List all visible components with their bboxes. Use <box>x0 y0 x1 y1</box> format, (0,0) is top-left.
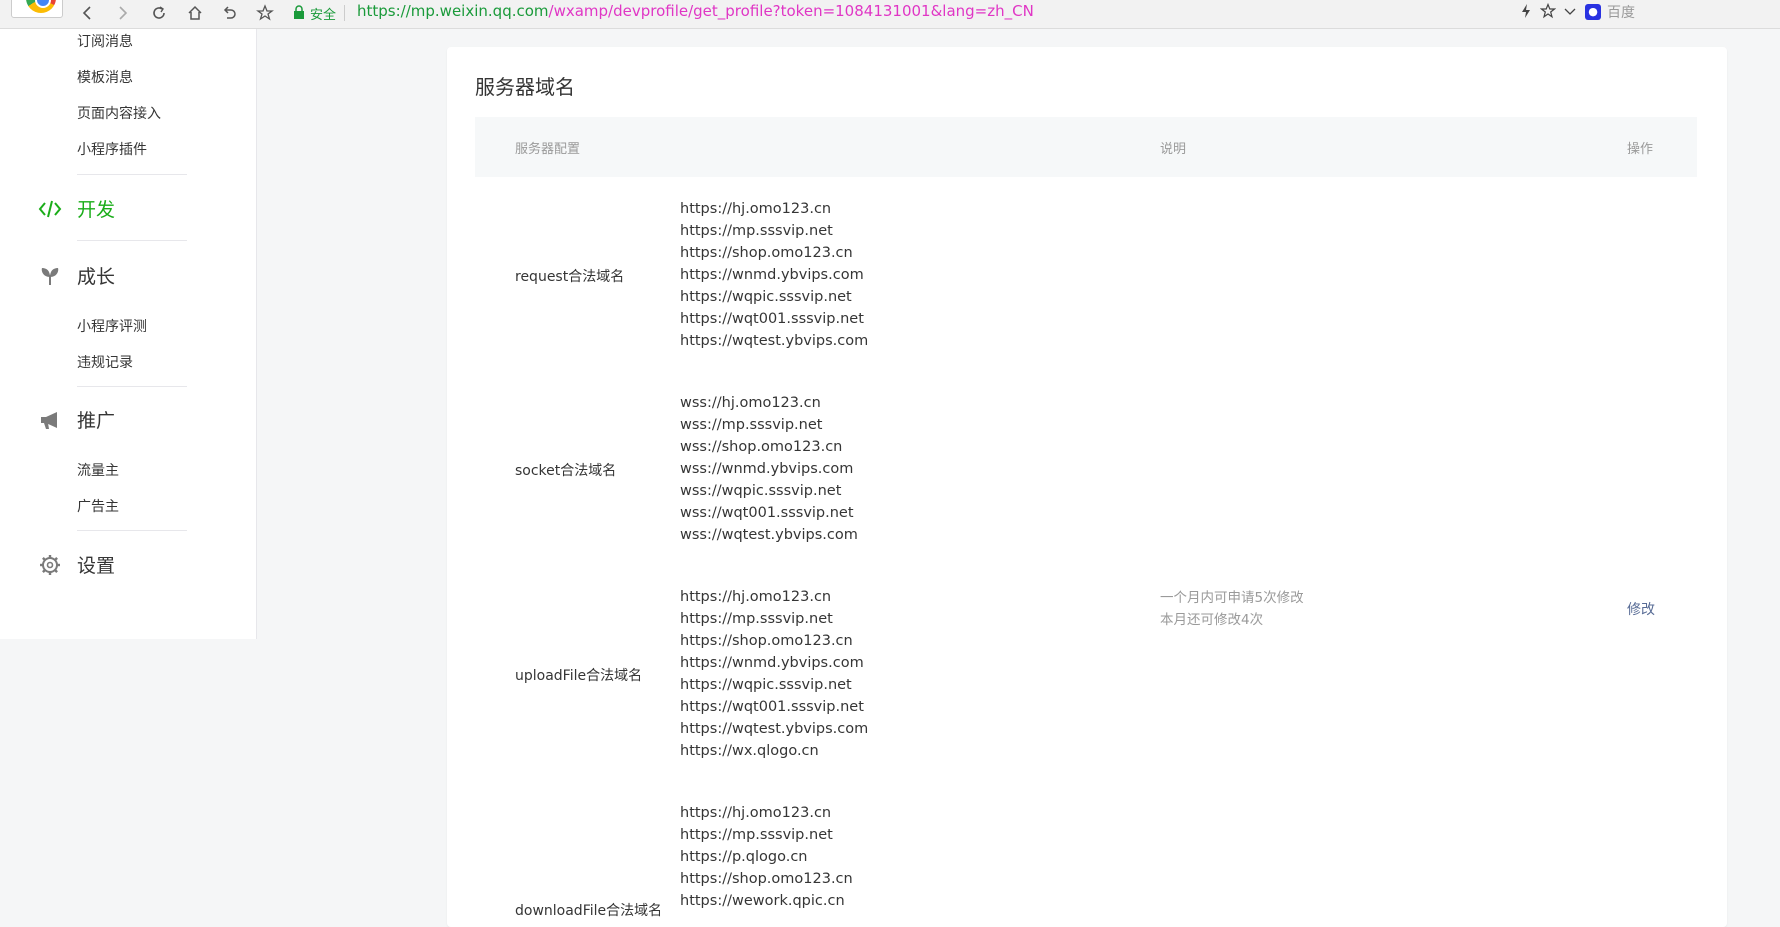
home-icon[interactable] <box>183 2 207 24</box>
domain-item: https://wx.qlogo.cn <box>680 743 819 759</box>
modify-quota-note: 一个月内可申请5次修改 本月还可修改4次 <box>1160 587 1304 631</box>
gear-icon <box>37 552 63 578</box>
domain-item: wss://shop.omo123.cn <box>680 439 843 455</box>
row-label-socket: socket合法域名 <box>515 463 617 479</box>
search-engine-placeholder: 百度 <box>1607 5 1635 21</box>
domain-item: https://shop.omo123.cn <box>680 245 853 261</box>
sidebar-item-plugins[interactable]: 小程序插件 <box>77 139 147 159</box>
undo-icon[interactable] <box>218 2 242 24</box>
sidebar-divider <box>77 386 187 387</box>
domain-item: https://mp.sssvip.net <box>680 611 833 627</box>
row-label-request: request合法域名 <box>515 269 625 285</box>
sidebar-item-template-msg[interactable]: 模板消息 <box>77 67 133 87</box>
sidebar-group-label: 设置 <box>77 555 116 577</box>
address-divider <box>344 5 345 21</box>
domain-item: https://shop.omo123.cn <box>680 871 853 887</box>
code-icon <box>37 196 63 222</box>
note-line: 一个月内可申请5次修改 <box>1160 590 1304 606</box>
domain-list-download: https://hj.omo123.cn https://mp.sssvip.n… <box>680 802 853 912</box>
domain-item: https://mp.sssvip.net <box>680 827 833 843</box>
sidebar-group-develop[interactable]: 开发 <box>37 195 115 222</box>
page-title: 服务器域名 <box>475 75 575 99</box>
secure-label: 安全 <box>310 8 337 23</box>
domain-item: https://hj.omo123.cn <box>680 589 832 605</box>
address-bar[interactable]: https://mp.weixin.qq.com/wxamp/devprofil… <box>357 2 1034 20</box>
url-path: /wxamp/devprofile/get_profile?token=1084… <box>548 2 1034 20</box>
sidebar-item-evaluation[interactable]: 小程序评测 <box>77 316 147 336</box>
bookmark-star-icon[interactable] <box>253 2 277 24</box>
domain-item: https://wework.qpic.cn <box>680 893 845 909</box>
sidebar-group-label: 成长 <box>77 266 116 288</box>
sidebar-divider <box>77 174 187 175</box>
row-label-upload: uploadFile合法域名 <box>515 668 643 684</box>
domain-item: https://hj.omo123.cn <box>680 201 832 217</box>
domain-item: https://wnmd.ybvips.com <box>680 267 864 283</box>
forward-icon[interactable] <box>110 2 134 24</box>
domain-item: https://shop.omo123.cn <box>680 633 853 649</box>
sidebar-item-violations[interactable]: 违规记录 <box>77 352 133 372</box>
lightning-icon[interactable] <box>1518 3 1534 19</box>
baidu-paw-icon: ● <box>1585 4 1601 20</box>
reload-icon[interactable] <box>147 2 171 24</box>
note-line: 本月还可修改4次 <box>1160 612 1264 628</box>
domain-item: wss://wqtest.ybvips.com <box>680 527 858 543</box>
megaphone-icon <box>37 407 63 433</box>
modify-link[interactable]: 修改 <box>1627 599 1655 619</box>
browser-toolbar: 安全 https://mp.weixin.qq.com/wxamp/devpro… <box>0 0 1780 29</box>
domain-list-socket: wss://hj.omo123.cn wss://mp.sssvip.net w… <box>680 392 858 546</box>
domain-item: wss://wnmd.ybvips.com <box>680 461 854 477</box>
sidebar-item-traffic-owner[interactable]: 流量主 <box>77 460 119 480</box>
sidebar-divider <box>77 530 187 531</box>
column-header-config: 服务器配置 <box>515 142 581 157</box>
sidebar-group-label: 开发 <box>77 199 116 221</box>
sidebar-item-page-content[interactable]: 页面内容接入 <box>77 103 161 123</box>
server-domain-panel: 服务器域名 服务器配置 说明 操作 request合法域名 https://hj… <box>447 47 1727 927</box>
lock-icon <box>294 5 304 19</box>
domain-item: https://wnmd.ybvips.com <box>680 655 864 671</box>
chevron-down-icon[interactable] <box>1562 3 1578 19</box>
sidebar-group-label: 推广 <box>77 410 116 432</box>
sidebar-group-growth[interactable]: 成长 <box>37 262 115 289</box>
domain-list-upload: https://hj.omo123.cn https://mp.sssvip.n… <box>680 586 868 762</box>
back-icon[interactable] <box>76 2 100 24</box>
search-engine-box[interactable]: ● 百度 <box>1585 2 1635 22</box>
domain-list-request: https://hj.omo123.cn https://mp.sssvip.n… <box>680 198 868 352</box>
url-host: mp.weixin.qq.com <box>410 2 549 20</box>
table-header: 服务器配置 说明 操作 <box>475 117 1697 177</box>
domain-item: https://wqt001.sssvip.net <box>680 311 864 327</box>
domain-item: https://wqtest.ybvips.com <box>680 721 869 737</box>
sidebar-item-advertiser[interactable]: 广告主 <box>77 496 119 516</box>
column-header-description: 说明 <box>1160 142 1187 157</box>
row-label-download: downloadFile合法域名 <box>515 903 663 919</box>
domain-item: https://hj.omo123.cn <box>680 805 832 821</box>
domain-item: https://mp.sssvip.net <box>680 223 833 239</box>
column-header-operation: 操作 <box>1627 142 1654 157</box>
sidebar-item-subscribe-msg[interactable]: 订阅消息 <box>77 31 133 51</box>
sidebar: 订阅消息 模板消息 页面内容接入 小程序插件 开发 成长 小程序评测 违规记录 … <box>0 29 257 639</box>
sidebar-group-settings[interactable]: 设置 <box>37 551 115 578</box>
browser-logo-icon <box>11 0 63 18</box>
sidebar-group-promotion[interactable]: 推广 <box>37 406 115 433</box>
domain-item: https://wqt001.sssvip.net <box>680 699 864 715</box>
domain-item: https://wqpic.sssvip.net <box>680 677 852 693</box>
favorite-star-icon[interactable] <box>1540 3 1556 19</box>
sidebar-divider <box>77 240 187 241</box>
domain-item: https://wqpic.sssvip.net <box>680 289 852 305</box>
address-tools <box>1518 3 1578 19</box>
sprout-icon <box>37 263 63 289</box>
domain-item: wss://wqt001.sssvip.net <box>680 505 854 521</box>
domain-item: https://p.qlogo.cn <box>680 849 808 865</box>
domain-item: wss://wqpic.sssvip.net <box>680 483 842 499</box>
url-scheme: https:// <box>357 2 411 20</box>
domain-item: wss://hj.omo123.cn <box>680 395 821 411</box>
domain-item: wss://mp.sssvip.net <box>680 417 823 433</box>
domain-item: https://wqtest.ybvips.com <box>680 333 869 349</box>
